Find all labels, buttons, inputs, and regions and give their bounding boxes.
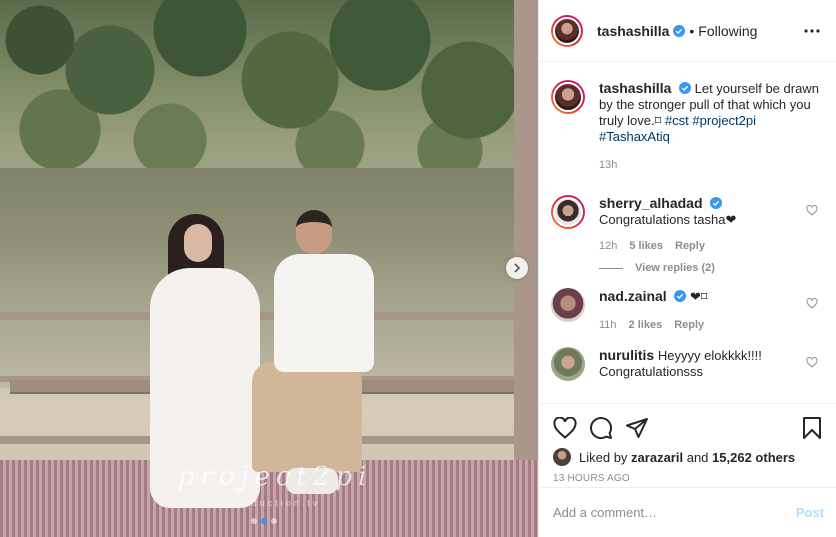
verified-badge-icon: [679, 82, 691, 94]
commenter-avatar[interactable]: [551, 347, 585, 381]
caption-username[interactable]: tashashilla: [599, 80, 671, 96]
carousel-dot-active: [261, 518, 267, 524]
add-comment-bar: Post: [539, 487, 836, 537]
view-replies-button[interactable]: View replies (2): [599, 262, 820, 274]
carousel-dot: [271, 518, 277, 524]
liker-username[interactable]: zarazaril: [631, 450, 683, 465]
comment-bubble-icon: [590, 417, 613, 440]
post-comment-button[interactable]: Post: [796, 505, 824, 520]
hashtag-link[interactable]: #cst: [665, 113, 689, 128]
likes-and: and: [686, 449, 709, 465]
chevron-right-icon: [514, 263, 521, 273]
photo-lake: [0, 168, 520, 388]
post-actions: Liked by zarazaril and 15,262 others 13 …: [539, 403, 836, 487]
comment-username[interactable]: sherry_alhadad: [599, 195, 703, 211]
photo-watermark-sub: production.tv: [229, 498, 321, 508]
post-time[interactable]: 13 HOURS AGO: [553, 473, 824, 484]
comment-body: sherry_alhadad Congratulations tasha❤ 12…: [599, 195, 806, 254]
comment-button[interactable]: [589, 416, 613, 440]
comment-text: Congratulations tasha❤: [599, 212, 737, 227]
photo-watermark: project2pi: [177, 462, 373, 492]
liker-avatar[interactable]: [553, 448, 571, 466]
author-username[interactable]: tashashilla: [597, 23, 669, 39]
caption-avatar[interactable]: [551, 80, 585, 114]
verified-badge-icon: [710, 197, 723, 209]
save-button[interactable]: [800, 416, 824, 440]
caption-time[interactable]: 13h: [599, 157, 617, 173]
caption-entry: tashashilla Let yourself be drawn by the…: [551, 80, 820, 187]
comment-item: sherry_alhadad Congratulations tasha❤ 12…: [551, 195, 820, 254]
comment-username[interactable]: nurulitis: [599, 347, 654, 363]
photo-man-pants: [252, 362, 362, 472]
comment-input[interactable]: [553, 505, 796, 520]
heart-icon: [806, 298, 818, 309]
carousel-dots: [251, 518, 277, 524]
comment-meta: 11h 2 likes Reply: [599, 317, 806, 333]
likes-prefix: Liked by: [579, 449, 628, 465]
heart-icon: [806, 205, 818, 216]
post-photo[interactable]: project2pi production.tv: [0, 0, 538, 537]
reply-button[interactable]: Reply: [675, 238, 705, 254]
comment-text: ❤⌑: [689, 289, 708, 304]
comment-time[interactable]: 12h: [599, 238, 617, 254]
more-options-button[interactable]: [800, 19, 824, 43]
reply-button[interactable]: Reply: [674, 317, 704, 333]
caption-meta: 13h: [599, 157, 820, 173]
verified-badge-icon: [673, 24, 686, 37]
comment-like-button[interactable]: [806, 288, 820, 333]
paper-plane-icon: [626, 418, 648, 438]
comment-likes[interactable]: 2 likes: [629, 317, 663, 333]
comment-like-button[interactable]: [806, 195, 820, 254]
share-button[interactable]: [625, 416, 649, 440]
comment-like-button[interactable]: [806, 347, 820, 381]
comment-username[interactable]: nad.zainal: [599, 288, 667, 304]
following-button[interactable]: Following: [698, 23, 757, 39]
view-replies-label: View replies (2): [635, 262, 715, 274]
commenter-avatar[interactable]: [551, 288, 585, 322]
header-separator: •: [689, 22, 695, 39]
photo-trees: [0, 0, 520, 168]
heart-icon: [553, 417, 577, 439]
hashtag-link[interactable]: #project2pi: [692, 113, 756, 128]
author-avatar[interactable]: [551, 14, 583, 47]
carousel-dot: [251, 518, 257, 524]
verified-badge-icon: [674, 290, 687, 302]
photo-woman-face: [184, 224, 212, 262]
post-side-panel: tashashilla • Following tashashilla Let …: [538, 0, 836, 537]
comment-body: nurulitis Heyyyy elokkkk!!!! Congratulat…: [599, 347, 806, 381]
replies-line: [599, 267, 623, 269]
comment-likes[interactable]: 5 likes: [629, 238, 663, 254]
action-icons-row: [553, 412, 824, 444]
post-header: tashashilla • Following: [539, 0, 836, 62]
author-info: tashashilla • Following: [597, 23, 800, 39]
comment-time[interactable]: 11h: [599, 317, 617, 333]
photo-man-head: [296, 210, 332, 254]
photo-man-shirt: [274, 254, 374, 372]
likes-count[interactable]: 15,262 others: [712, 450, 795, 465]
caption-body: tashashilla Let yourself be drawn by the…: [599, 80, 820, 187]
hashtag-link[interactable]: #TashaxAtiq: [599, 129, 670, 144]
carousel-next-button[interactable]: [506, 257, 528, 279]
caption-emoji: ⌑: [654, 113, 662, 128]
comment-body: nad.zainal ❤⌑ 11h 2 likes Reply: [599, 288, 806, 333]
more-dots-icon: [804, 28, 820, 33]
heart-icon: [806, 357, 818, 368]
comment-item: nurulitis Heyyyy elokkkk!!!! Congratulat…: [551, 347, 820, 381]
like-button[interactable]: [553, 416, 577, 440]
bookmark-icon: [803, 417, 821, 439]
commenter-avatar[interactable]: [551, 195, 585, 229]
caption-text-block: tashashilla Let yourself be drawn by the…: [599, 80, 820, 145]
likes-summary: Liked by zarazaril and 15,262 others: [553, 448, 824, 466]
comment-meta: 12h 5 likes Reply: [599, 238, 806, 254]
comment-item: nad.zainal ❤⌑ 11h 2 likes Reply: [551, 288, 820, 333]
instagram-post: project2pi production.tv tashashilla • F…: [0, 0, 836, 537]
comments-list[interactable]: tashashilla Let yourself be drawn by the…: [539, 62, 836, 403]
